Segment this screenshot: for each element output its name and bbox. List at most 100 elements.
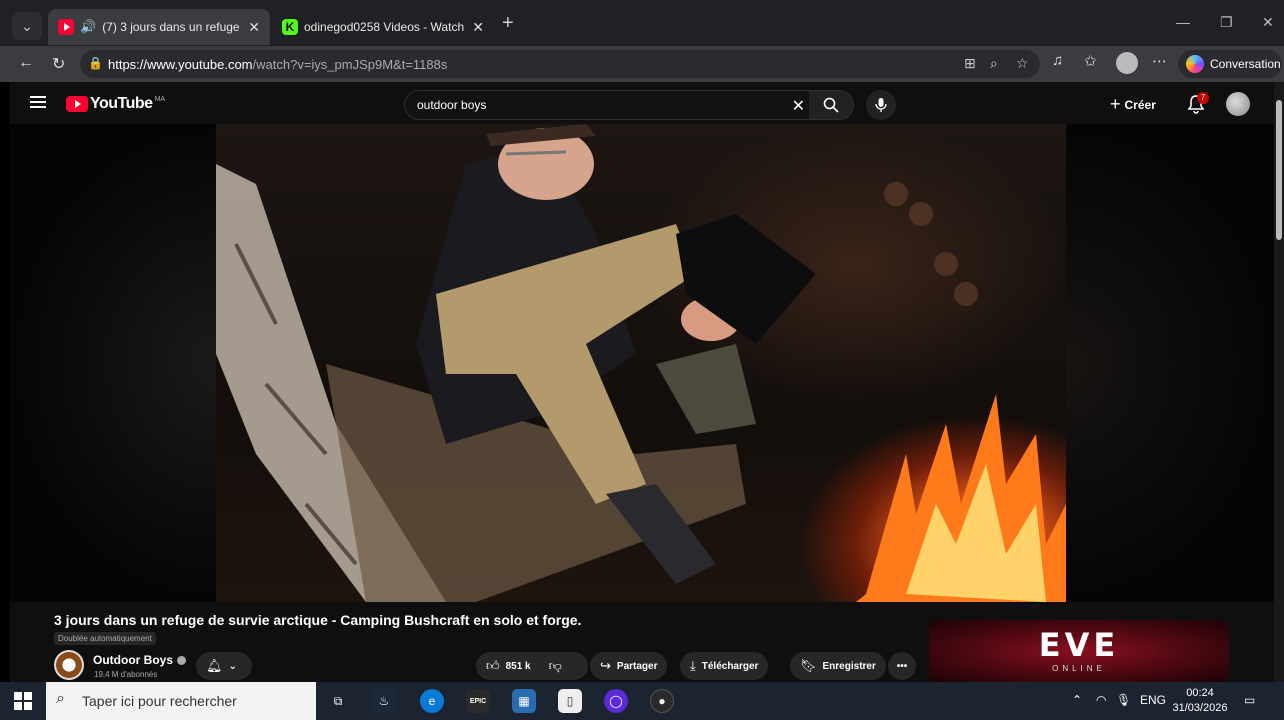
search-input[interactable]: outdoor boys <box>417 98 486 112</box>
close-tab-icon[interactable]: ✕ <box>248 19 260 36</box>
back-icon[interactable]: ← <box>18 54 34 72</box>
chevron-down-icon: ⌄ <box>228 660 237 672</box>
microphone-tray-icon[interactable]: 🎙︎ <box>1116 693 1131 707</box>
download-button[interactable]: ⤓ Télécharger <box>680 652 769 680</box>
speaker-icon[interactable]: 🔊 <box>80 19 96 35</box>
channel-name-text[interactable]: Outdoor Boys <box>93 653 173 667</box>
youtube-page: YouTube MA outdoor boys ✕ + Créer 7 3 jo… <box>10 82 1274 682</box>
channel-avatar[interactable] <box>54 650 84 680</box>
sponsored-ad-banner[interactable]: EVE ONLINE <box>929 620 1229 682</box>
scroll-thumb[interactable] <box>1276 100 1282 240</box>
taskbar-search-placeholder: Taper ici pour rechercher <box>82 693 237 709</box>
dislike-icon[interactable]: 👎︎ <box>549 658 562 674</box>
clock-date: 31/03/2026 <box>1172 702 1228 714</box>
taskbar-search-box[interactable]: ⌕ Taper ici pour rechercher <box>46 682 316 720</box>
copilot-conversation-button[interactable]: Conversation <box>1178 50 1282 78</box>
obs-record-icon[interactable]: ● <box>650 689 674 713</box>
more-options-icon[interactable]: ⋯ <box>1152 52 1167 70</box>
tab-actions-menu-button[interactable]: ⌄ <box>12 12 42 40</box>
lock-icon[interactable]: 🔒 <box>88 56 103 70</box>
kick-favicon-icon: K <box>282 19 298 35</box>
youtube-favicon-icon <box>58 19 74 35</box>
video-side-vignette-left <box>10 124 216 602</box>
profile-avatar[interactable] <box>1116 52 1138 74</box>
like-dislike-group: 👍︎ 851 k 👎︎ <box>476 652 588 680</box>
country-code: MA <box>154 95 166 103</box>
minimize-icon[interactable]: — <box>1176 14 1190 30</box>
bookmark-icon: 🔖︎ <box>800 658 817 673</box>
url-host: https://www.youtube.com <box>108 56 253 72</box>
create-label: Créer <box>1124 97 1156 112</box>
video-scene-illustration <box>216 124 1066 602</box>
file-icon[interactable]: ▯ <box>558 689 582 713</box>
tab-kick[interactable]: K odinegod0258 Videos - Watch On ✕ <box>272 9 494 45</box>
microsoft-store-icon[interactable]: ▦ <box>512 689 536 713</box>
favorites-icon[interactable]: ✩ <box>1084 52 1097 70</box>
video-side-vignette-right <box>1066 124 1274 602</box>
search-icon <box>823 97 839 113</box>
url-path: /watch?v=iys_pmJSp9M&t=1188s <box>252 56 448 72</box>
search-button[interactable] <box>809 91 853 119</box>
video-title: 3 jours dans un refuge de survie arctiqu… <box>54 612 582 628</box>
tab-youtube[interactable]: 🔊 (7) 3 jours dans un refuge de ✕ <box>48 9 270 45</box>
close-tab-icon[interactable]: ✕ <box>472 19 484 36</box>
task-view-icon[interactable]: ⧉ <box>326 689 350 713</box>
ad-logo-subtitle: ONLINE <box>1052 664 1106 673</box>
video-frame[interactable] <box>216 124 1066 602</box>
search-icon: ⌕ <box>56 690 65 707</box>
microphone-icon <box>875 98 887 112</box>
tab-title: (7) 3 jours dans un refuge de <box>102 20 243 34</box>
like-count[interactable]: 851 k <box>506 661 531 672</box>
auto-dubbed-badge[interactable]: Doublée automatiquement <box>54 632 156 645</box>
search-bar[interactable]: outdoor boys ✕ <box>404 90 854 120</box>
clear-search-icon[interactable]: ✕ <box>792 96 805 116</box>
epic-games-icon[interactable]: EPIC <box>466 689 490 713</box>
save-button[interactable]: 🔖︎ Enregistrer <box>790 652 886 680</box>
wifi-icon[interactable]: ◠ <box>1096 693 1106 707</box>
download-icon: ⤓ <box>690 658 696 673</box>
app-available-icon[interactable]: ⊞ <box>964 55 976 72</box>
window-close-icon[interactable]: ✕ <box>1262 14 1274 31</box>
copilot-icon <box>1186 55 1204 73</box>
notification-center-icon[interactable]: ▭ <box>1244 693 1255 707</box>
address-bar[interactable]: 🔒 https://www.youtube.com/watch?v=iys_pm… <box>80 50 1040 78</box>
share-label: Partager <box>616 660 658 672</box>
tray-chevron-up-icon[interactable]: ⌃ <box>1072 693 1082 707</box>
page-scrollbar[interactable] <box>1274 82 1284 682</box>
download-label: Télécharger <box>701 660 759 672</box>
bell-icon: 🔔︎ <box>206 658 223 673</box>
steam-icon[interactable]: ♨ <box>372 689 396 713</box>
more-actions-button[interactable]: ••• <box>888 652 916 680</box>
youtube-play-icon <box>66 96 88 112</box>
voice-search-button[interactable] <box>866 90 896 120</box>
windows-taskbar: ⌕ Taper ici pour rechercher ⧉ ♨ e EPIC ▦… <box>0 682 1284 720</box>
subscriber-count: 19,4 M d'abonnés <box>94 670 158 679</box>
video-player[interactable] <box>10 124 1274 602</box>
circle-app-icon[interactable]: ◯ <box>604 689 628 713</box>
language-indicator[interactable]: ENG <box>1140 693 1166 707</box>
edge-icon[interactable]: e <box>420 689 444 713</box>
favorite-star-icon[interactable]: ☆ <box>1016 55 1029 72</box>
youtube-logo[interactable]: YouTube MA <box>66 95 165 113</box>
zoom-icon[interactable]: ⌕ <box>990 55 998 72</box>
save-label: Enregistrer <box>822 660 876 672</box>
media-control-icon[interactable]: ♫ <box>1052 52 1063 69</box>
conversation-label: Conversation <box>1210 57 1281 71</box>
new-tab-button[interactable]: + <box>502 12 514 35</box>
subscription-bell-button[interactable]: 🔔︎ ⌄ <box>196 652 252 680</box>
like-icon[interactable]: 👍︎ <box>486 658 500 674</box>
windows-start-icon[interactable] <box>14 692 32 710</box>
channel-name[interactable]: Outdoor Boys <box>93 653 186 667</box>
ad-logo-text: EVE <box>1038 626 1120 664</box>
system-clock[interactable]: 00:24 31/03/2026 <box>1170 686 1230 716</box>
account-avatar[interactable] <box>1226 92 1250 116</box>
reload-icon[interactable]: ↻ <box>52 54 65 74</box>
notification-count-badge: 7 <box>1197 92 1209 104</box>
create-button[interactable]: + Créer <box>1110 94 1156 115</box>
chevron-down-icon: ⌄ <box>21 17 33 34</box>
browser-tab-strip: ⌄ 🔊 (7) 3 jours dans un refuge de ✕ K od… <box>0 0 1284 46</box>
restore-icon[interactable]: ❐ <box>1220 14 1233 31</box>
hamburger-menu-icon[interactable] <box>30 96 46 108</box>
more-horizontal-icon: ••• <box>896 660 908 672</box>
share-button[interactable]: ↪ Partager <box>590 652 668 680</box>
